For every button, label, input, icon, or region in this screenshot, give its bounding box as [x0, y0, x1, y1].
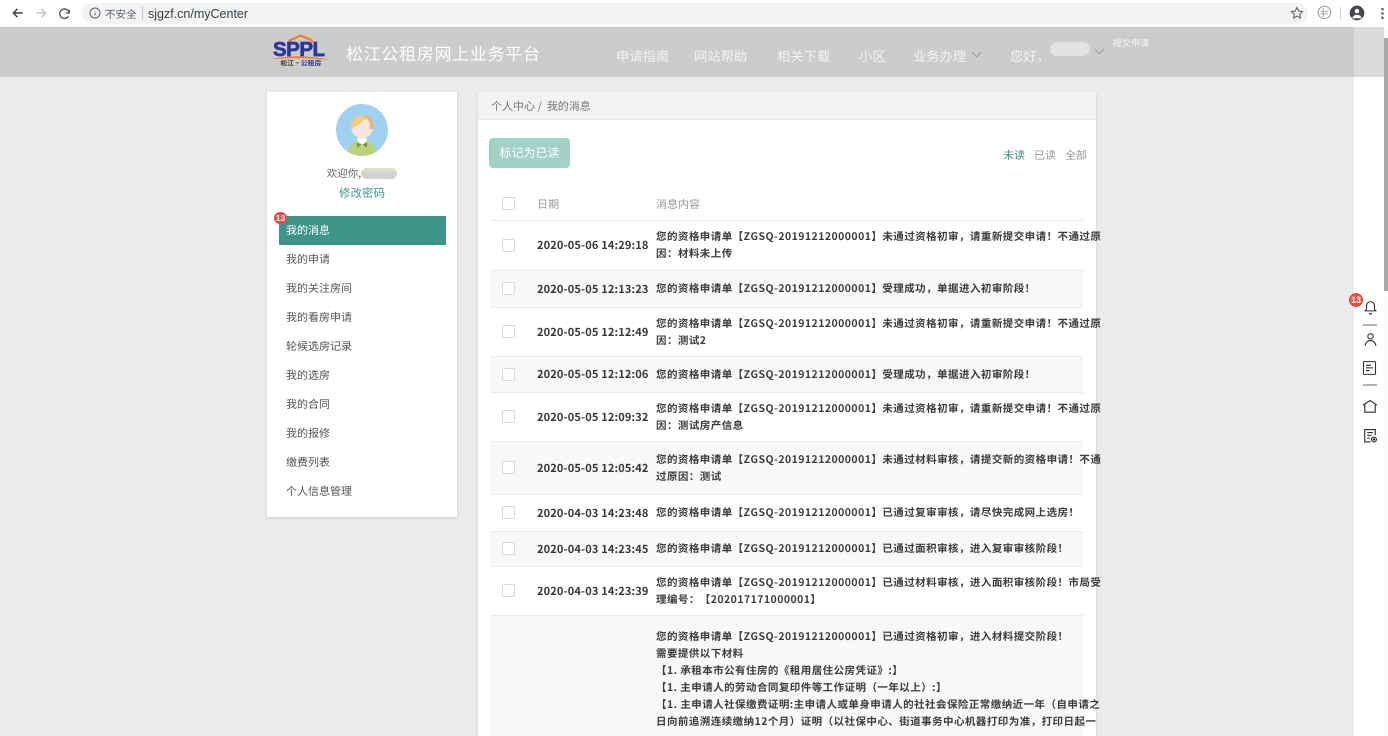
svg-text:松江·公租房: 松江·公租房 [281, 58, 322, 68]
